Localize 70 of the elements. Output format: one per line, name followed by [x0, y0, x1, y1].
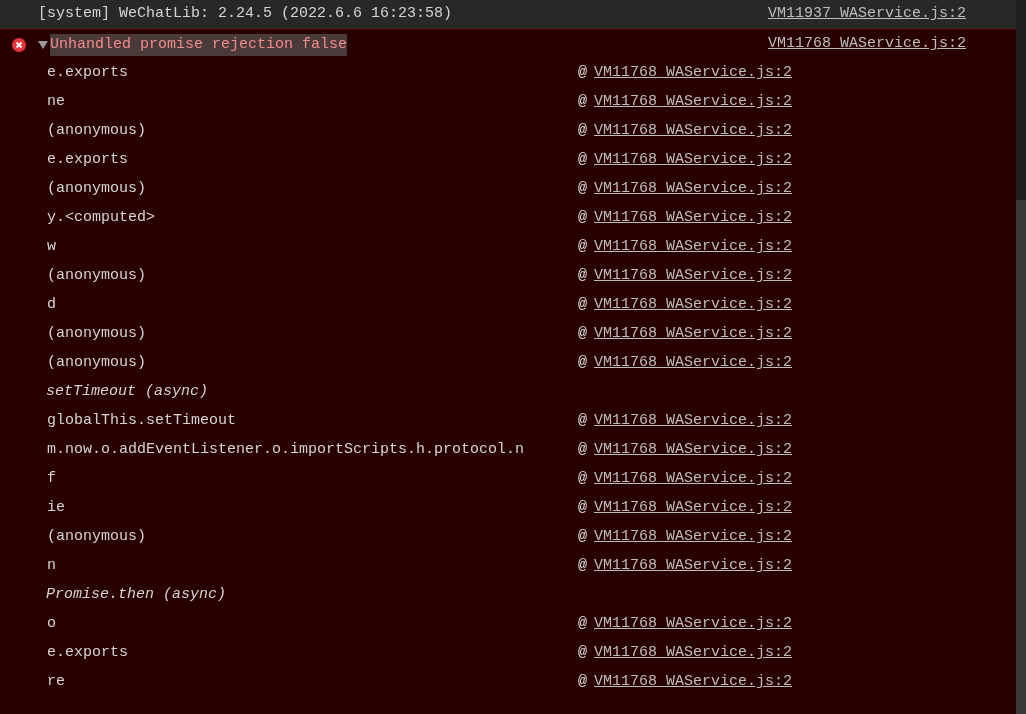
async-label: Promise.then (async) [46, 585, 227, 606]
function-name: (anonymous) [47, 324, 148, 345]
at-sign: @ [578, 411, 588, 432]
message-text: [system] WeChatLib: 2.24.5 (2022.6.6 16:23:58) [38, 4, 453, 25]
at-sign: @ [578, 324, 588, 345]
function-name: e.exports [47, 63, 129, 84]
source-link[interactable]: VM11768 WAService.js:2 [594, 91, 793, 114]
function-name: (anonymous) [47, 179, 148, 200]
at-sign: @ [578, 643, 588, 664]
source-link[interactable]: VM11768 WAService.js:2 [594, 62, 793, 85]
source-link[interactable]: VM11768 WAService.js:2 [594, 671, 793, 694]
function-name: globalThis.setTimeout [47, 411, 238, 432]
at-sign: @ [578, 295, 588, 316]
function-name: ie [47, 498, 66, 519]
function-name: (anonymous) [47, 266, 148, 287]
at-sign: @ [578, 440, 588, 461]
at-sign: @ [578, 498, 588, 519]
at-sign: @ [578, 266, 588, 287]
source-link[interactable]: VM11768 WAService.js:2 [594, 294, 793, 317]
at-sign: @ [578, 150, 588, 171]
source-link[interactable]: VM11768 WAService.js:2 [594, 352, 793, 375]
error-icon [12, 37, 26, 52]
at-sign: @ [578, 208, 588, 229]
at-sign: @ [578, 353, 588, 374]
at-sign: @ [578, 121, 588, 142]
source-link[interactable]: VM11768 WAService.js:2 [594, 323, 793, 346]
function-name: (anonymous) [47, 527, 148, 548]
at-sign: @ [578, 237, 588, 258]
scrollbar-thumb[interactable] [1016, 200, 1026, 714]
source-link[interactable]: VM11768 WAService.js:2 [594, 613, 793, 636]
expand-toggle-icon[interactable] [38, 40, 50, 49]
source-link[interactable]: VM11768 WAService.js:2 [594, 236, 793, 259]
source-link[interactable]: VM11768 WAService.js:2 [594, 120, 793, 143]
scrollbar[interactable] [1016, 0, 1026, 714]
source-link[interactable]: VM11768 WAService.js:2 [594, 468, 793, 491]
source-link[interactable]: VM11768 WAService.js:2 [594, 178, 793, 201]
at-sign: @ [578, 672, 588, 693]
function-name: re [47, 672, 66, 693]
source-link[interactable]: VM11768 WAService.js:2 [594, 439, 793, 462]
at-sign: @ [578, 614, 588, 635]
at-sign: @ [578, 63, 588, 84]
source-link[interactable]: VM11768 WAService.js:2 [594, 555, 793, 578]
at-sign: @ [578, 179, 588, 200]
function-name: n [47, 556, 57, 577]
function-name: y.<computed> [47, 208, 157, 229]
function-name: (anonymous) [47, 353, 148, 374]
at-sign: @ [578, 556, 588, 577]
async-label: setTimeout (async) [46, 382, 209, 403]
source-link[interactable]: VM11768 WAService.js:2 [594, 642, 793, 665]
function-name: m.now.o.addEventListener.o.importScripts.h.protocol.n [47, 440, 526, 461]
at-sign: @ [578, 92, 588, 113]
function-name: d [47, 295, 57, 316]
source-link[interactable]: VM11937 WAService.js:2 [767, 3, 966, 26]
function-name: f [47, 469, 57, 490]
function-name: o [47, 614, 57, 635]
function-name: (anonymous) [47, 121, 148, 142]
at-sign: @ [578, 469, 588, 490]
error-message: Unhandled promise rejection false [50, 33, 348, 56]
function-name: e.exports [47, 643, 129, 664]
source-link[interactable]: VM11768 WAService.js:2 [767, 33, 966, 56]
function-name: w [47, 237, 57, 258]
source-link[interactable]: VM11768 WAService.js:2 [594, 207, 793, 230]
source-link[interactable]: VM11768 WAService.js:2 [594, 497, 793, 520]
source-link[interactable]: VM11768 WAService.js:2 [594, 410, 793, 433]
function-name: ne [47, 92, 66, 113]
function-name: e.exports [47, 150, 129, 171]
at-sign: @ [578, 527, 588, 548]
source-link[interactable]: VM11768 WAService.js:2 [594, 526, 793, 549]
source-link[interactable]: VM11768 WAService.js:2 [594, 265, 793, 288]
source-link[interactable]: VM11768 WAService.js:2 [594, 149, 793, 172]
